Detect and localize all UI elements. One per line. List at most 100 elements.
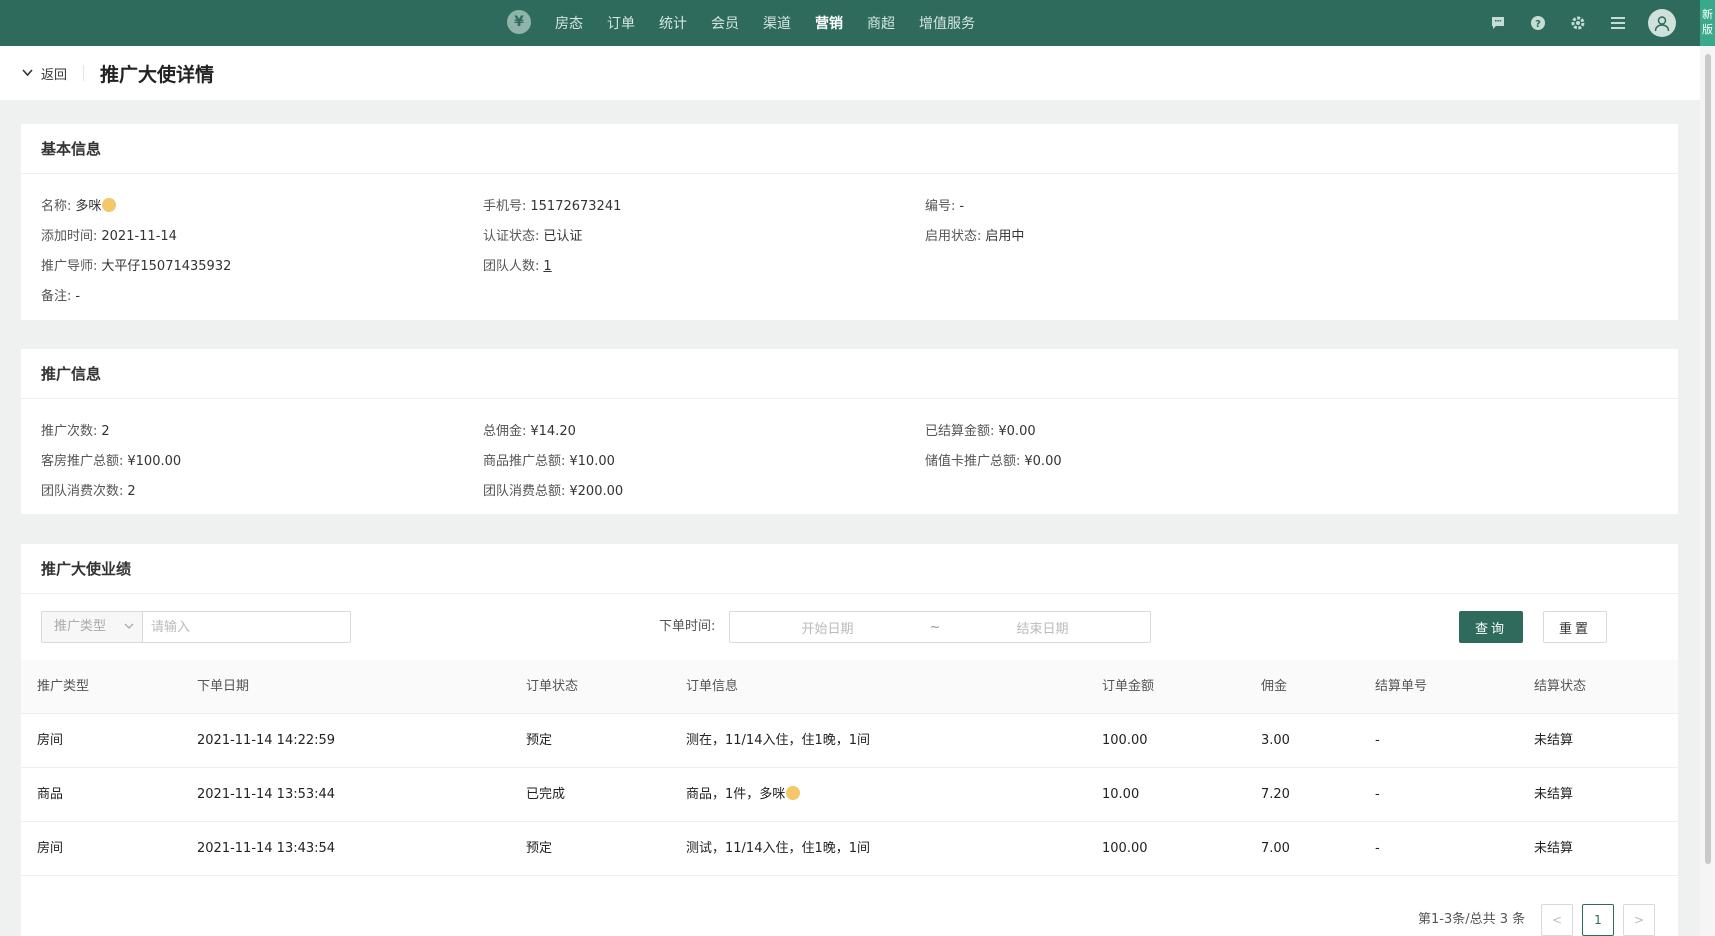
nav-item-channels[interactable]: 渠道	[763, 13, 791, 33]
col-order-amount: 订单金额	[1102, 678, 1155, 694]
settled-value: ¥0.00	[998, 424, 1036, 439]
menu-icon[interactable]	[1598, 0, 1638, 46]
team-total-value: ¥200.00	[569, 484, 624, 499]
cell-order-date: 2021-11-14 13:53:44	[197, 787, 336, 802]
info-goods-total: 商品推广总额: ¥10.00	[483, 450, 615, 469]
order-time-label: 下单时间:	[659, 619, 716, 634]
page-header: 返回 推广大使详情	[0, 46, 1700, 100]
team-total-label: 团队消费总额:	[483, 484, 566, 499]
info-enabled-status: 启用状态: 启用中	[925, 225, 1024, 244]
next-page-button[interactable]: >	[1623, 904, 1655, 936]
pagination: 第1-3条/总共 3 条 < 1 >	[21, 876, 1678, 936]
cell-settlement-no: -	[1375, 787, 1380, 802]
nav-item-statistics[interactable]: 统计	[659, 13, 687, 33]
date-separator: ~	[929, 619, 941, 635]
col-promo-type: 推广类型	[37, 678, 90, 694]
room-total-label: 客房推广总额:	[41, 454, 124, 469]
cell-promo-type: 房间	[37, 733, 64, 748]
info-card-total: 储值卡推广总额: ¥0.00	[925, 450, 1062, 469]
order-info-text: 商品，1件，多咪	[686, 787, 786, 802]
promo-info-card: 推广信息 推广次数: 2 总佣金: ¥14.20 已结算金额: ¥0.00 客房推广总…	[21, 349, 1678, 514]
table-row: 房间 2021-11-14 13:43:54 预定 测试，11/14入住，住1晚…	[21, 822, 1678, 876]
goods-total-label: 商品推广总额:	[483, 454, 566, 469]
page-title: 推广大使详情	[100, 63, 215, 86]
cell-promo-type: 房间	[37, 841, 64, 856]
performance-table: 推广类型 下单日期 订单状态 订单信息 订单金额 佣金 结算单号 结算状态 房间…	[21, 660, 1678, 876]
date-range-picker[interactable]: 开始日期 ~ 结束日期	[729, 611, 1151, 643]
room-total-value: ¥100.00	[127, 454, 182, 469]
name-value: 多咪	[75, 199, 102, 214]
info-mentor: 推广导师: 大平仔15071435932	[41, 255, 231, 274]
commission-label: 总佣金:	[483, 424, 527, 439]
yen-logo-icon[interactable]: ¥	[507, 10, 531, 34]
info-added-time: 添加时间: 2021-11-14	[41, 225, 177, 244]
promo-count-value: 2	[101, 424, 110, 439]
cell-settlement-status: 未结算	[1534, 787, 1574, 802]
cell-order-amount: 100.00	[1102, 733, 1148, 748]
auth-label: 认证状态:	[483, 229, 540, 244]
top-nav: ¥ 房态 订单 统计 会员 渠道 营销 商超 增值服务 ?	[0, 0, 1700, 46]
settings-icon[interactable]	[1558, 0, 1598, 46]
back-button[interactable]: 返回	[22, 64, 67, 83]
info-team-size: 团队人数: 1	[483, 255, 552, 274]
table-header: 推广类型 下单日期 订单状态 订单信息 订单金额 佣金 结算单号 结算状态	[21, 660, 1678, 714]
mentor-value: 大平仔15071435932	[101, 259, 232, 274]
cell-order-info: 商品，1件，多咪	[686, 768, 801, 822]
promo-type-select[interactable]: 推广类型	[41, 611, 143, 643]
new-version-tag[interactable]: 新版	[1700, 0, 1715, 46]
commission-value: ¥14.20	[530, 424, 576, 439]
info-total-commission: 总佣金: ¥14.20	[483, 420, 576, 439]
nav-item-marketing[interactable]: 营销	[815, 13, 843, 33]
mentor-label: 推广导师:	[41, 259, 98, 274]
emoji-icon	[102, 198, 117, 212]
promo-type-select-label: 推广类型	[54, 619, 107, 634]
cell-order-status: 已完成	[526, 787, 566, 802]
emoji-icon	[786, 786, 801, 800]
chevron-down-icon	[124, 612, 134, 642]
nav-item-mall[interactable]: 商超	[867, 13, 895, 33]
info-remark: 备注: -	[41, 285, 80, 304]
message-icon[interactable]	[1478, 0, 1518, 46]
search-input[interactable]	[142, 611, 351, 643]
query-button[interactable]: 查询	[1459, 611, 1523, 643]
info-code: 编号: -	[925, 195, 964, 214]
cell-settlement-no: -	[1375, 841, 1380, 856]
cell-promo-type: 商品	[37, 787, 64, 802]
basic-info-title: 基本信息	[21, 124, 1678, 174]
end-date-input[interactable]: 结束日期	[945, 618, 1140, 637]
cell-order-info: 测在，11/14入住，住1晚，1间	[686, 733, 871, 748]
info-team-consume-total: 团队消费总额: ¥200.00	[483, 480, 623, 499]
promo-count-label: 推广次数:	[41, 424, 98, 439]
nav-item-value-added[interactable]: 增值服务	[919, 13, 975, 33]
reset-button[interactable]: 重置	[1543, 611, 1607, 643]
page-scrollbar[interactable]	[1700, 46, 1715, 936]
cell-settlement-status: 未结算	[1534, 841, 1574, 856]
phone-label: 手机号:	[483, 199, 527, 214]
cell-settlement-no: -	[1375, 733, 1380, 748]
basic-info-card: 基本信息 名称: 多咪 手机号: 15172673241 编号: - 添加时间: 202…	[21, 124, 1678, 320]
team-count-label: 团队消费次数:	[41, 484, 124, 499]
table-row: 房间 2021-11-14 14:22:59 预定 测在，11/14入住，住1晚…	[21, 714, 1678, 768]
cell-order-status: 预定	[526, 841, 553, 856]
page-number-button[interactable]: 1	[1582, 904, 1614, 936]
user-avatar-icon[interactable]	[1648, 9, 1676, 37]
info-name: 名称: 多咪	[41, 195, 117, 214]
col-order-date: 下单日期	[197, 678, 250, 694]
performance-card: 推广大使业绩 推广类型 下单时间: 开始日期 ~ 结束日期 查询 重置 推广类型…	[21, 544, 1678, 936]
name-label: 名称:	[41, 199, 72, 214]
team-label: 团队人数:	[483, 259, 540, 274]
cell-commission: 7.20	[1261, 787, 1290, 802]
help-icon[interactable]: ?	[1518, 0, 1558, 46]
nav-item-room-status[interactable]: 房态	[555, 13, 583, 33]
goods-total-value: ¥10.00	[569, 454, 615, 469]
start-date-input[interactable]: 开始日期	[730, 618, 925, 637]
svg-text:?: ?	[1535, 19, 1541, 30]
team-size-link[interactable]: 1	[543, 259, 551, 274]
prev-page-button[interactable]: <	[1541, 904, 1573, 936]
chevron-down-icon	[22, 66, 33, 80]
col-commission: 佣金	[1261, 678, 1288, 694]
nav-item-orders[interactable]: 订单	[607, 13, 635, 33]
scrollbar-thumb[interactable]	[1705, 54, 1711, 864]
nav-item-members[interactable]: 会员	[711, 13, 739, 33]
table-row: 商品 2021-11-14 13:53:44 已完成 商品，1件，多咪 10.0…	[21, 768, 1678, 822]
